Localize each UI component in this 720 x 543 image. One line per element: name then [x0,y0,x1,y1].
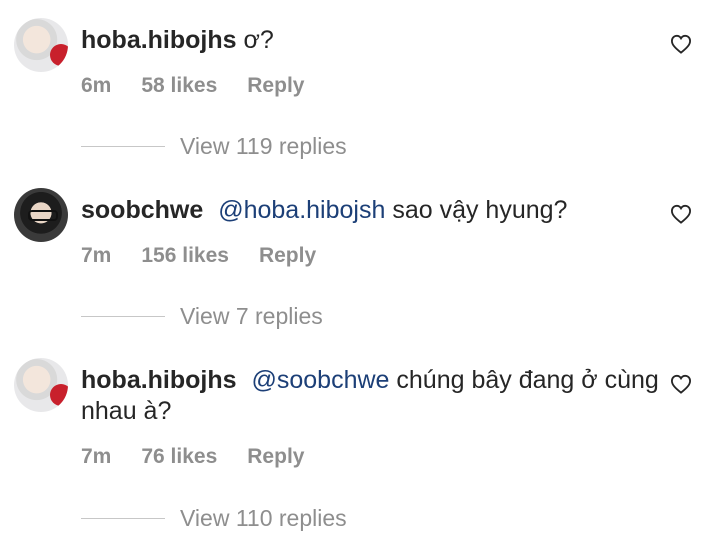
comment-body: hoba.hibojhs @soobchwe chúng bây đang ở … [81,365,660,427]
comment-mention[interactable]: @soobchwe [252,366,390,394]
comment-likes[interactable]: 156 likes [141,244,229,268]
comment-meta: 6m 58 likes Reply [81,74,334,98]
comment-text: sao vậy hyung? [392,196,568,224]
comment-time: 7m [81,445,112,468]
comment-text: ơ? [243,26,274,54]
comment-username[interactable]: soobchwe [81,196,203,224]
view-replies-button[interactable]: View 7 replies [81,303,323,330]
comment-meta: 7m 76 likes Reply [81,445,334,469]
view-replies-button[interactable]: View 110 replies [81,505,347,532]
heart-outline-icon[interactable] [670,204,692,224]
comment-mention[interactable]: @hoba.hibojsh [218,196,385,224]
view-replies-label: View 7 replies [180,303,323,329]
divider-line [81,146,165,147]
heart-outline-icon[interactable] [670,374,692,394]
avatar[interactable] [14,188,68,242]
comment-body: soobchwe @hoba.hibojsh sao vậy hyung? [81,195,660,226]
heart-outline-icon[interactable] [670,34,692,54]
view-replies-label: View 110 replies [180,505,347,531]
view-replies-button[interactable]: View 119 replies [81,133,347,160]
comment-time: 7m [81,244,112,267]
comment-body: hoba.hibojhs ơ? [81,25,660,56]
comment-username[interactable]: hoba.hibojhs [81,26,237,54]
comment-likes[interactable]: 58 likes [141,74,217,98]
avatar[interactable] [14,358,68,412]
comment-username[interactable]: hoba.hibojhs [81,366,237,394]
reply-button[interactable]: Reply [259,244,316,268]
reply-button[interactable]: Reply [247,445,304,469]
comment-meta: 7m 156 likes Reply [81,244,346,268]
reply-button[interactable]: Reply [247,74,304,98]
divider-line [81,518,165,519]
comment-time: 6m [81,74,112,97]
view-replies-label: View 119 replies [180,133,347,159]
avatar[interactable] [14,18,68,72]
comment-likes[interactable]: 76 likes [141,445,217,469]
divider-line [81,316,165,317]
